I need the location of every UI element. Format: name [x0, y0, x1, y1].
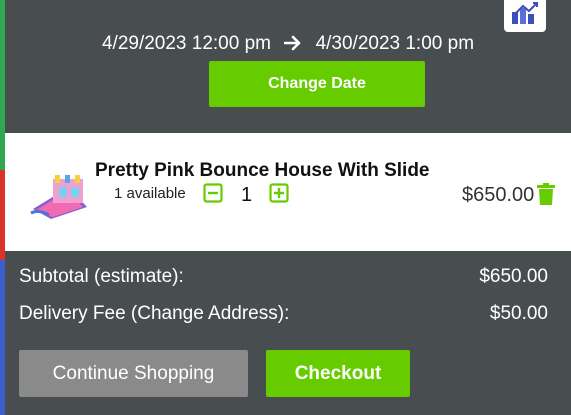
cart-panel: 4/29/2023 12:00 pm 4/30/2023 1:00 pm Cha…	[5, 0, 571, 415]
minus-square-icon[interactable]	[203, 183, 223, 203]
item-price: $650.00	[462, 184, 535, 206]
delivery-fee-row: Delivery Fee (Change Address): $50.00	[19, 303, 548, 325]
quantity-value: 1	[241, 184, 253, 206]
delivery-fee-label[interactable]: Delivery Fee (Change Address):	[19, 303, 289, 325]
availability-text: 1 available	[114, 185, 186, 202]
start-date: 4/29/2023 12:00 pm	[101, 33, 271, 54]
end-date: 4/30/2023 1:00 pm	[315, 33, 475, 54]
cart-item: Pretty Pink Bounce House With Slide 1 av…	[5, 133, 571, 251]
subtotal-label: Subtotal (estimate):	[19, 266, 184, 287]
subtotal-value: $650.00	[479, 266, 548, 287]
arrow-right-icon	[283, 35, 302, 57]
subtotal-row: Subtotal (estimate): $650.00	[19, 266, 548, 288]
continue-shopping-button[interactable]: Continue Shopping	[19, 350, 248, 397]
brand-logo-icon[interactable]	[504, 0, 546, 32]
checkout-button[interactable]: Checkout	[266, 350, 410, 397]
change-date-button[interactable]: Change Date	[209, 61, 425, 107]
rental-date-range: 4/29/2023 12:00 pm 4/30/2023 1:00 pm	[5, 33, 571, 57]
item-name[interactable]: Pretty Pink Bounce House With Slide	[95, 160, 430, 182]
plus-square-icon[interactable]	[269, 183, 289, 203]
bounce-house-image	[30, 175, 87, 219]
delivery-fee-value: $50.00	[489, 303, 548, 324]
trash-icon[interactable]	[536, 183, 556, 205]
